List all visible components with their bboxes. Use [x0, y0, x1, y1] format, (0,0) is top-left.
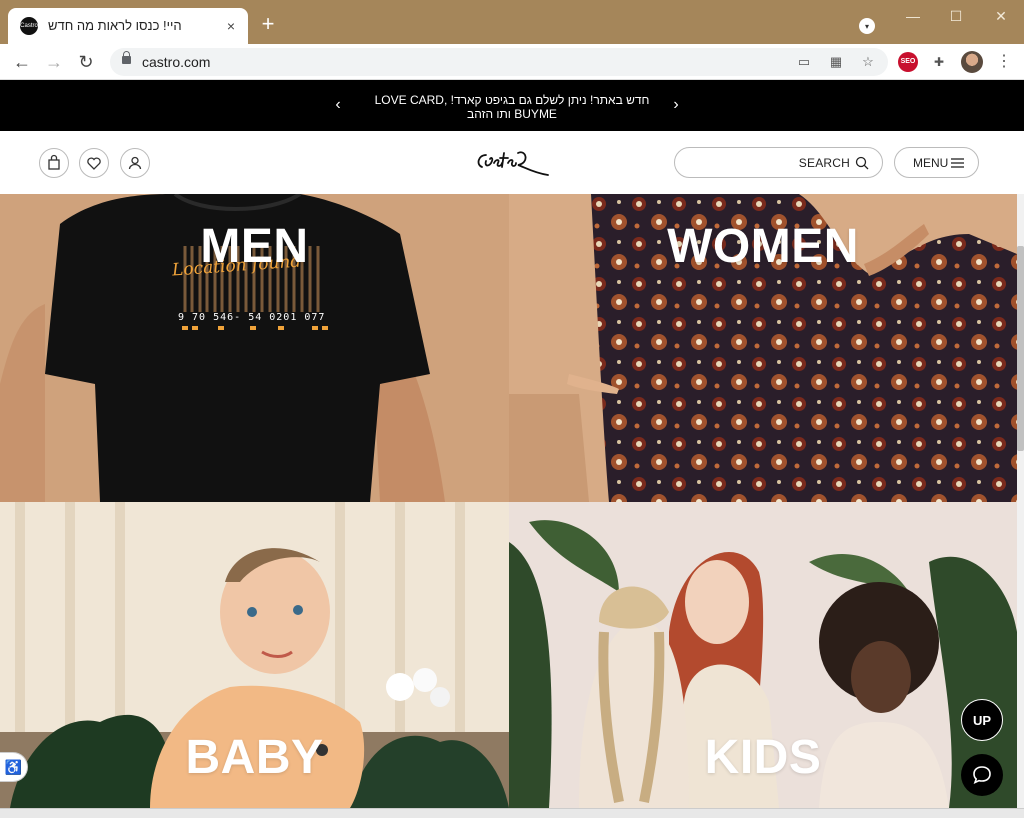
baby-label: BABY — [185, 731, 324, 784]
women-category-tile[interactable]: WOMEN — [509, 194, 1017, 502]
user-icon — [128, 156, 142, 170]
shopping-bag-icon — [48, 154, 60, 170]
search-icon — [855, 156, 869, 170]
maximize-button[interactable]: ☐ — [941, 6, 971, 26]
search-label: SEARCH — [798, 156, 850, 170]
qr-code-icon[interactable]: ▦ — [826, 52, 846, 72]
cast-icon[interactable]: ▭ — [794, 52, 814, 72]
site-header: SEARCH MENU — [0, 131, 1024, 194]
cart-button[interactable] — [39, 148, 69, 178]
account-button[interactable] — [120, 148, 150, 178]
horizontal-scrollbar[interactable] — [0, 808, 1024, 818]
hamburger-icon — [951, 158, 964, 168]
women-label: WOMEN — [667, 220, 859, 273]
browser-toolbar: ← → ↻ castro.com ▭ ▦ ☆ SEO ✚ ⋮ — [0, 44, 1024, 80]
extensions-puzzle-icon[interactable]: ✚ — [929, 52, 949, 72]
menu-button[interactable]: MENU — [894, 147, 979, 178]
shirt-barcode-number: 9 70 546- 54 0201 077 — [178, 312, 326, 323]
baby-category-tile[interactable]: BABY — [0, 502, 509, 808]
tab-close-icon[interactable]: × — [222, 17, 240, 35]
tab-title: היי! כנסו לראות מה חדש — [48, 18, 182, 33]
wishlist-button[interactable] — [79, 148, 109, 178]
lock-icon — [122, 51, 131, 64]
heart-icon — [87, 157, 101, 170]
back-icon[interactable]: ← — [10, 50, 34, 74]
castro-favicon-icon: Castro — [20, 17, 38, 35]
minimize-button[interactable]: — — [898, 6, 928, 26]
seo-extension-icon[interactable]: SEO — [898, 52, 918, 72]
menu-label: MENU — [913, 156, 949, 170]
bookmark-star-icon[interactable]: ☆ — [858, 52, 878, 72]
profile-avatar[interactable] — [961, 51, 983, 73]
chat-bubble-icon — [973, 766, 991, 785]
address-bar[interactable]: castro.com ▭ ▦ ☆ — [110, 48, 888, 76]
forward-icon[interactable]: → — [42, 50, 66, 74]
promo-prev-icon[interactable]: ‹ — [330, 96, 346, 114]
men-label: MEN — [200, 220, 309, 273]
search-input[interactable]: SEARCH — [674, 147, 883, 178]
new-tab-button[interactable]: + — [256, 13, 280, 37]
window-close-button[interactable]: ✕ — [986, 6, 1016, 26]
scroll-up-button[interactable]: UP — [961, 699, 1003, 741]
promo-next-icon[interactable]: › — [668, 96, 684, 114]
promo-bar: ‹ חדש באתר! ניתן לשלם גם בגיפט קארד! LOV… — [0, 80, 1024, 131]
page-scrollbar-thumb[interactable] — [1017, 246, 1024, 451]
tab-search-icon[interactable]: ▾ — [859, 18, 875, 34]
castro-logo[interactable] — [474, 145, 554, 179]
promo-text: חדש באתר! ניתן לשלם גם בגיפט קארד! LOVE … — [374, 93, 650, 121]
men-category-tile[interactable]: Location found 9 70 546- 54 0201 077 MEN — [0, 194, 509, 502]
browser-tab[interactable]: Castro היי! כנסו לראות מה חדש × — [8, 8, 248, 44]
chat-button[interactable] — [961, 754, 1003, 796]
kids-category-tile[interactable]: KIDS — [509, 502, 1017, 808]
more-menu-icon[interactable]: ⋮ — [994, 52, 1014, 72]
url-text[interactable]: castro.com — [142, 54, 210, 70]
reload-icon[interactable]: ↻ — [74, 50, 98, 74]
kids-label: KIDS — [704, 731, 822, 784]
browser-titlebar: Castro היי! כנסו לראות מה חדש × + ▾ — ☐ … — [0, 0, 1024, 44]
